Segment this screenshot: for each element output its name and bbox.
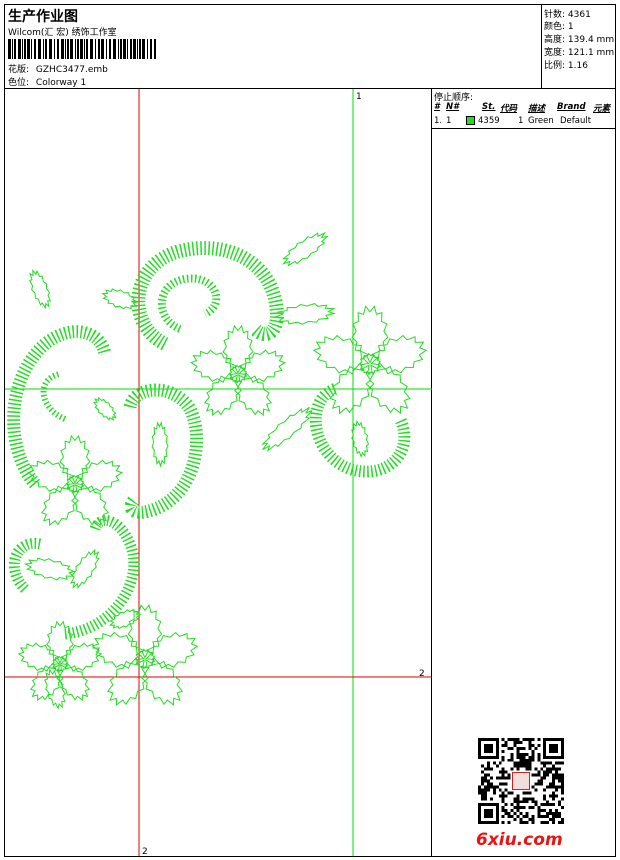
stitch-petal: [312, 334, 370, 375]
production-worksheet: 生产作业图 Wilcom(汇 宏) 绣饰工作室 花版: GZHC3477.emb…: [4, 4, 616, 857]
design-file-label: 花版:: [8, 65, 30, 75]
stitch-petal: [145, 631, 199, 669]
stitch-petal: [190, 349, 238, 383]
design-file-name: GZHC3477.emb: [35, 65, 108, 75]
stitch-petal: [23, 557, 76, 581]
guide-label-top: 1: [356, 92, 362, 102]
design-file-line: 花版: GZHC3477.emb: [8, 62, 108, 75]
design-stats: 针数: 4361 颜色: 1 高度: 139.4 mm 宽度: 121.1 mm…: [542, 5, 615, 89]
stitch-petal: [92, 396, 117, 421]
stitch-petal: [91, 631, 145, 669]
stitch-petal: [29, 268, 52, 310]
qr-code: [478, 738, 564, 824]
col-header-description: 描述: [528, 104, 546, 114]
stitch-petal: [27, 459, 75, 493]
stitch-petal: [75, 459, 123, 493]
worksheet-header: 生产作业图 Wilcom(汇 宏) 绣饰工作室 花版: GZHC3477.emb…: [5, 5, 542, 89]
stitch-petal: [261, 406, 313, 452]
col-header-code: 代码: [500, 104, 518, 114]
colorway-name: Colorway 1: [35, 78, 87, 88]
design-preview: 1 2 2: [5, 89, 432, 856]
stitch-petal: [351, 305, 389, 364]
stitch-petal: [351, 419, 370, 458]
stat-row-width: 宽度: 121.1 mm: [544, 48, 615, 58]
stitch-petal: [238, 349, 286, 383]
embroidery-drawing: 1 2 2: [5, 89, 432, 856]
barcode: [8, 39, 156, 59]
guide-label-bottom: 2: [142, 847, 148, 856]
table-divider: [432, 128, 615, 129]
site-watermark: 6xiu.com: [476, 830, 563, 850]
col-header-element: 元素: [593, 104, 611, 114]
row-stitches: 4359: [478, 116, 500, 126]
col-header-brand: Brand: [557, 102, 586, 112]
stitch-petal: [281, 231, 329, 267]
row-brand: Default: [560, 116, 592, 126]
embroidery-petals: [17, 231, 428, 710]
colorway-line: 色位: Colorway 1: [8, 75, 86, 88]
stitch-petal: [70, 548, 100, 589]
col-header-number: #: [434, 102, 440, 112]
guide-label-right: 2: [419, 669, 425, 679]
stitch-petal: [370, 334, 428, 375]
stitch-petal: [127, 604, 163, 659]
stitch-petal: [151, 420, 169, 468]
row-needle: 1: [446, 116, 452, 126]
page-title: 生产作业图: [8, 9, 78, 25]
row-description: Green: [528, 116, 554, 126]
stitch-petal: [109, 608, 142, 630]
stat-row-height: 高度: 139.4 mm: [544, 35, 615, 45]
row-number: 1.: [434, 116, 443, 126]
stat-row-scale: 比例: 1.16: [544, 61, 588, 71]
row-code: 1: [518, 116, 524, 126]
colorway-label: 色位:: [8, 78, 30, 88]
stat-row-colors: 颜色: 1: [544, 22, 574, 32]
color-swatch: [466, 116, 475, 125]
col-header-needle: N#: [446, 102, 460, 112]
col-header-stitches: St.: [482, 102, 496, 112]
software-name: Wilcom(汇 宏) 绣饰工作室: [8, 28, 117, 38]
